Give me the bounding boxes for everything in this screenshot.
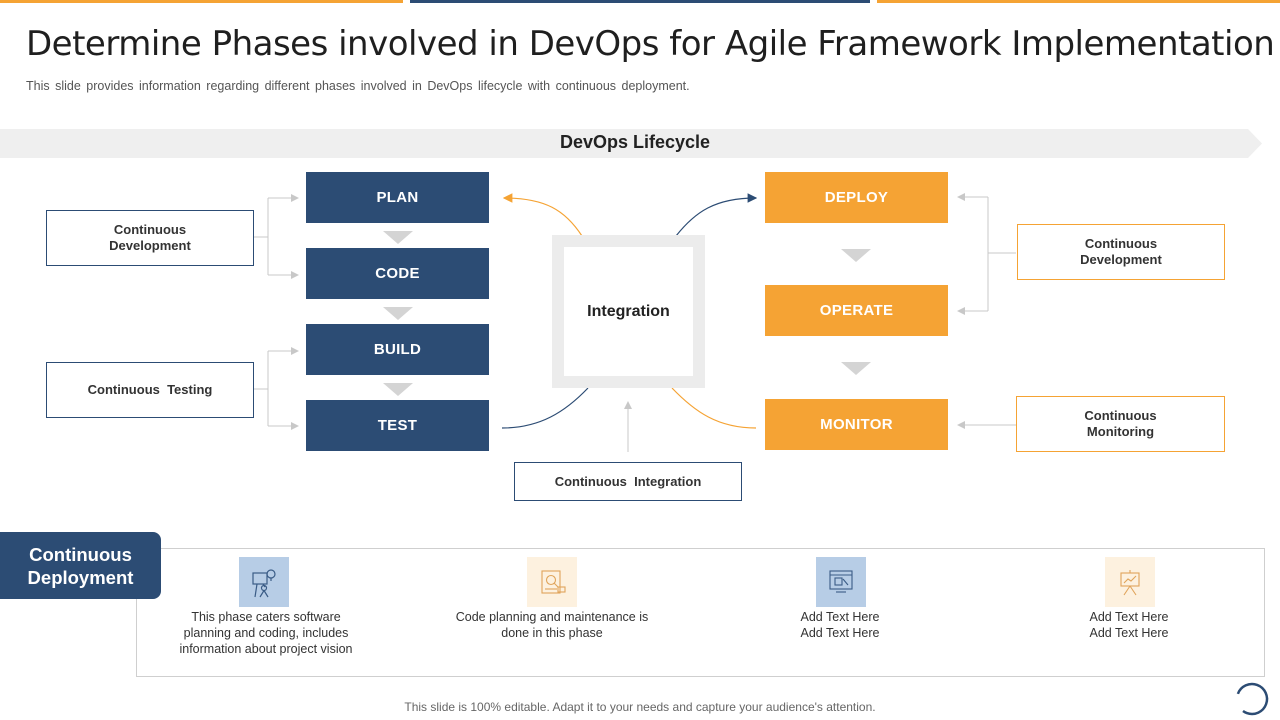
phase-code-label: CODE bbox=[375, 265, 420, 282]
left-testing-bracket bbox=[254, 347, 299, 430]
chevron-down-icon bbox=[841, 362, 871, 375]
note-right-monitoring: Continuous Monitoring bbox=[1016, 396, 1225, 452]
deployment-item-text: Add Text Here Add Text Here bbox=[1089, 610, 1169, 640]
left-development-bracket bbox=[254, 194, 299, 279]
integration-box: Integration bbox=[564, 247, 693, 376]
chevron-down-icon bbox=[383, 383, 413, 396]
monitor-tools-icon bbox=[816, 557, 866, 607]
phase-deploy: DEPLOY bbox=[765, 172, 948, 223]
note-left-development: Continuous Development bbox=[46, 210, 254, 266]
loading-ring-icon bbox=[1235, 682, 1269, 716]
phase-operate: OPERATE bbox=[765, 285, 948, 336]
curve-test-to-integration bbox=[501, 387, 589, 429]
note-integration: Continuous Integration bbox=[514, 462, 742, 501]
phase-monitor-label: MONITOR bbox=[820, 416, 893, 433]
phase-test-label: TEST bbox=[377, 417, 418, 434]
deployment-item-text: Add Text Here Add Text Here bbox=[800, 610, 880, 640]
phase-plan: PLAN bbox=[306, 172, 489, 223]
chevron-down-icon bbox=[383, 307, 413, 320]
curve-integration-to-plan bbox=[502, 193, 583, 237]
phase-build-label: BUILD bbox=[373, 341, 422, 358]
curve-integration-to-deploy bbox=[675, 193, 758, 237]
note-left-testing: Continuous Testing bbox=[46, 362, 254, 418]
easel-chart-icon bbox=[1105, 557, 1155, 607]
right-development-bracket bbox=[957, 193, 1016, 315]
phase-operate-label: OPERATE bbox=[819, 302, 894, 319]
deployment-item-text: Code planning and maintenance is done in… bbox=[455, 610, 649, 640]
document-search-icon bbox=[527, 557, 577, 607]
chevron-down-icon bbox=[841, 249, 871, 262]
phase-deploy-label: DEPLOY bbox=[824, 189, 889, 206]
curve-monitor-to-integration bbox=[671, 387, 757, 429]
note-right-development: Continuous Development bbox=[1017, 224, 1225, 280]
deployment-item-text: This phase caters software planning and … bbox=[179, 610, 353, 656]
chevron-down-icon bbox=[383, 231, 413, 244]
deployment-title: Continuous Deployment bbox=[0, 532, 161, 599]
phase-build: BUILD bbox=[306, 324, 489, 375]
phase-test: TEST bbox=[306, 400, 489, 451]
phase-code: CODE bbox=[306, 248, 489, 299]
phase-monitor: MONITOR bbox=[765, 399, 948, 450]
phase-plan-label: PLAN bbox=[376, 189, 419, 206]
bulb-board-icon bbox=[239, 557, 289, 607]
footer-note: This slide is 100% editable. Adapt it to… bbox=[404, 700, 876, 714]
